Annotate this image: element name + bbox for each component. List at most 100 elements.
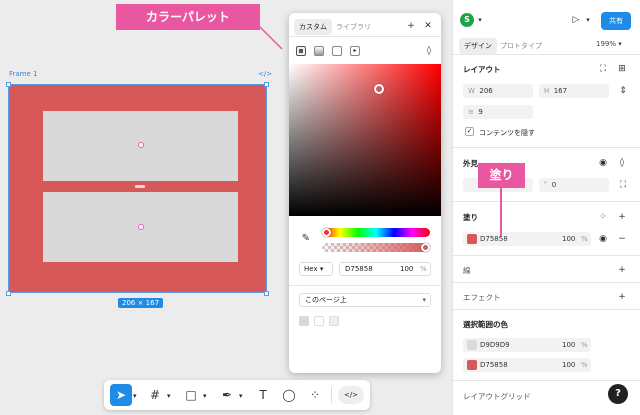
opacity-slider-knob[interactable] (421, 243, 430, 252)
corner-radius-field[interactable]: ⌜ 0 (539, 178, 609, 192)
eyedropper-icon[interactable]: ✎ (300, 234, 312, 244)
selection-color-opacity-1[interactable]: 100 (562, 338, 575, 352)
top-rectangle-center-handle[interactable] (138, 142, 144, 148)
hex-input[interactable]: D75858 100 % (339, 262, 431, 276)
chevron-down-icon[interactable]: ▾ (239, 392, 243, 400)
frame-tool-icon[interactable]: # (144, 384, 166, 406)
document-swatch-2[interactable] (314, 316, 324, 326)
chevron-down-icon[interactable]: ▾ (476, 15, 484, 25)
selection-color-hex-2[interactable]: D75858 (480, 358, 508, 372)
frame-1[interactable] (8, 84, 267, 293)
opacity-value[interactable]: 100 (400, 263, 413, 275)
selection-color-unit-1: % (581, 341, 588, 349)
fill-swatch[interactable] (467, 234, 477, 244)
resize-handle-bottom-left[interactable] (6, 291, 11, 296)
saturation-value-handle[interactable] (374, 84, 384, 94)
bottom-rectangle-center-handle[interactable] (138, 224, 144, 230)
dev-mode-icon[interactable]: </> (338, 386, 364, 404)
avatar[interactable]: S (460, 13, 474, 27)
width-field[interactable]: W 206 (463, 84, 533, 98)
gap-field[interactable]: ≡ 9 (463, 105, 533, 119)
help-button[interactable]: ? (608, 384, 628, 404)
style-grid-icon[interactable]: ⁘ (598, 212, 608, 222)
close-icon[interactable]: ✕ (423, 21, 433, 31)
clip-content-label: コンテンツを隠す (479, 129, 535, 137)
height-field[interactable]: H 167 (539, 84, 609, 98)
corner-radius-icon: ⌜ (544, 181, 548, 189)
minus-icon[interactable]: − (617, 234, 627, 244)
comment-tool-icon[interactable]: ◯ (278, 384, 300, 406)
tab-design[interactable]: デザイン (459, 38, 497, 54)
resize-handle-top-right[interactable] (264, 82, 269, 87)
selection-color-unit-2: % (581, 361, 588, 369)
plus-icon[interactable]: + (617, 265, 627, 275)
opacity-unit: % (420, 265, 427, 273)
chevron-down-icon[interactable]: ▾ (584, 15, 592, 25)
blend-drop-icon[interactable]: ◊ (617, 158, 627, 168)
callout-fill: 塗り (478, 163, 525, 188)
resize-handle-top-left[interactable] (6, 82, 11, 87)
plus-icon[interactable]: + (617, 212, 627, 222)
resize-handle-bottom-right[interactable] (264, 291, 269, 296)
fill-row[interactable]: D75858 100 % (463, 232, 591, 246)
solid-fill-icon[interactable] (296, 46, 306, 56)
fill-opacity-unit: % (581, 235, 588, 243)
color-format-value: Hex (304, 265, 318, 273)
move-tool-icon[interactable]: ➤ (110, 384, 132, 406)
opacity-slider-gradient (322, 243, 430, 252)
share-button[interactable]: 共有 (601, 12, 631, 30)
eye-icon[interactable]: ◉ (598, 158, 608, 168)
gradient-icon[interactable] (314, 46, 324, 56)
appearance-section-title: 外見 (463, 159, 478, 168)
image-fill-icon[interactable] (332, 46, 342, 56)
size-badge: 206 × 167 (118, 298, 164, 308)
height-label: H (544, 87, 550, 95)
plus-icon[interactable]: + (617, 292, 627, 302)
color-format-select[interactable]: Hex ▾ (299, 262, 333, 276)
effects-divider (452, 309, 640, 310)
fill-hex[interactable]: D75858 (480, 232, 508, 246)
panel-tabs-divider (452, 54, 640, 55)
shape-tool-icon[interactable]: □ (180, 384, 202, 406)
effects-section-title: エフェクト (463, 293, 501, 302)
swatch-scope-select[interactable]: このページ上 ▾ (299, 293, 431, 307)
spacing-indicator[interactable] (135, 185, 145, 188)
tab-prototype[interactable]: プロトタイプ (500, 41, 542, 51)
selection-color-swatch-2[interactable] (467, 360, 477, 370)
chevron-down-icon[interactable]: ▾ (167, 392, 171, 400)
eye-icon[interactable]: ◉ (598, 234, 608, 244)
selection-color-row-1[interactable]: D9D9D9 100 % (463, 338, 591, 352)
code-icon[interactable]: </> (258, 70, 272, 78)
selection-color-hex-1[interactable]: D9D9D9 (480, 338, 510, 352)
auto-layout-icon[interactable]: ⊞ (617, 64, 627, 74)
clip-content-checkbox[interactable]: ✓ (465, 127, 474, 136)
tab-library[interactable]: ライブラリ (336, 22, 371, 32)
fill-opacity[interactable]: 100 (562, 232, 575, 246)
zoom-select[interactable]: 199% ▾ (596, 40, 622, 48)
tab-custom[interactable]: カスタム (294, 19, 332, 35)
plus-icon[interactable]: + (406, 21, 416, 31)
video-fill-icon[interactable]: ▸ (350, 46, 360, 56)
constrain-proportions-icon[interactable]: ⇕ (618, 86, 628, 96)
fill-section-title: 塗り (463, 213, 478, 222)
selection-color-opacity-2[interactable]: 100 (562, 358, 575, 372)
selection-color-swatch-1[interactable] (467, 340, 477, 350)
width-value: 206 (479, 87, 493, 95)
gap-value: 9 (478, 108, 483, 116)
chevron-down-icon[interactable]: ▾ (133, 392, 137, 400)
align-icon[interactable]: ⛶ (598, 64, 608, 74)
blend-drop-icon[interactable]: ◊ (424, 46, 434, 56)
selection-color-row-2[interactable]: D75858 100 % (463, 358, 591, 372)
actions-tool-icon[interactable]: ⁘ (304, 384, 326, 406)
independent-corners-icon[interactable]: ⛶ (618, 180, 628, 190)
hue-slider-knob[interactable] (322, 228, 331, 237)
document-swatch-1[interactable] (299, 316, 309, 326)
document-swatch-3[interactable] (329, 316, 339, 326)
chevron-down-icon[interactable]: ▾ (203, 392, 207, 400)
text-tool-icon[interactable]: T (252, 384, 274, 406)
hue-slider[interactable] (322, 228, 430, 237)
saturation-value-area[interactable] (289, 64, 441, 216)
frame-name-label[interactable]: Frame 1 (9, 70, 38, 78)
pen-tool-icon[interactable]: ✒ (216, 384, 238, 406)
present-icon[interactable]: ▷ (571, 15, 581, 25)
